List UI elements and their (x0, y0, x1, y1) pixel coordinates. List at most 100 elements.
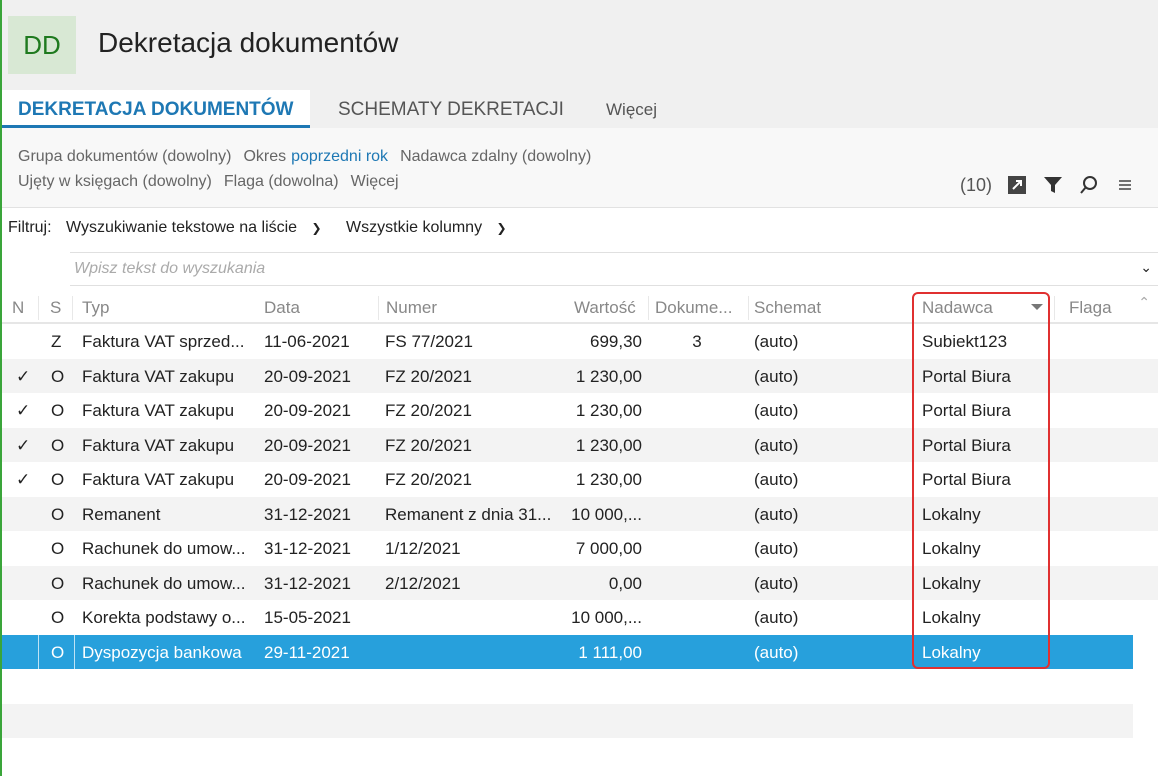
cell-typ: Remanent (82, 504, 161, 524)
col-header-schemat[interactable]: Schemat (754, 298, 821, 318)
col-separator (72, 296, 73, 320)
chevron-down-icon: ❯ (496, 221, 507, 235)
col-separator (38, 296, 39, 320)
col-header-typ[interactable]: Typ (82, 298, 109, 318)
cell-wartosc: 1 111,00 (578, 642, 642, 662)
menu-icon[interactable] (1114, 174, 1136, 196)
cell-data: 20-09-2021 (264, 401, 351, 420)
table-row[interactable]: O Korekta podstawy o... 15-05-2021 10 000,.… (2, 600, 1158, 635)
filter-icon[interactable] (1042, 174, 1064, 196)
cell-s: O (51, 470, 65, 489)
tab-wiecej[interactable]: Więcej (590, 90, 673, 128)
table-row[interactable]: ✓ O Faktura VAT zakupu 20-09-2021 FZ 20/2021… (2, 393, 1158, 428)
cell-nadawca: Lokalny (922, 608, 981, 627)
col-separator (1054, 296, 1055, 320)
table-row[interactable]: ✓ O Faktura VAT zakupu 20-09-2021 FZ 20/2021… (2, 462, 1158, 497)
cell-data: 31-12-2021 (264, 539, 351, 558)
cell-numer: 2/12/2021 (385, 573, 461, 593)
cell-typ: Faktura VAT zakupu (82, 435, 235, 455)
cell-schemat: (auto) (754, 401, 799, 420)
cell-schemat: (auto) (754, 642, 799, 662)
cell-numer: Remanent z dnia 31... (385, 504, 552, 524)
table-row[interactable]: O Rachunek do umow... 31-12-2021 1/12/2021 7… (2, 531, 1158, 566)
cell-numer: FZ 20/2021 (385, 470, 472, 489)
filter-period-value[interactable]: poprzedni rok (291, 148, 388, 165)
cell-s: O (51, 435, 65, 455)
col-header-wartosc[interactable]: Wartość (574, 298, 636, 318)
search-input[interactable] (70, 253, 1110, 285)
col-header-nadawca[interactable]: Nadawca (922, 298, 993, 318)
cell-schemat: (auto) (754, 608, 799, 627)
columns-value: Wszystkie kolumny (346, 219, 483, 236)
filter-flag[interactable]: Flaga (dowolna) (224, 173, 339, 190)
cell-data: 20-09-2021 (264, 435, 351, 455)
filter-more[interactable]: Więcej (351, 173, 399, 190)
cell-numer: FZ 20/2021 (385, 366, 472, 386)
cell-s: O (51, 504, 65, 524)
table-row[interactable]: O Rachunek do umow... 31-12-2021 2/12/2021 0… (2, 565, 1158, 600)
cell-nadawca: Lokalny (922, 642, 981, 662)
page-title: Dekretacja dokumentów (98, 27, 399, 58)
cell-schemat: (auto) (754, 539, 799, 558)
cell-nadawca: Portal Biura (922, 366, 1011, 386)
table-header: N S Typ Data Numer Wartość Dokume... Sch… (2, 290, 1158, 324)
cell-s: O (51, 539, 65, 558)
cell-typ: Korekta podstawy o... (82, 608, 246, 627)
filter-remote-sender[interactable]: Nadawca zdalny (dowolny) (400, 148, 591, 165)
col-header-n[interactable]: N (12, 298, 24, 318)
cell-nadawca: Portal Biura (922, 470, 1011, 489)
table-row[interactable]: O Remanent 31-12-2021 Remanent z dnia 31...… (2, 496, 1158, 531)
col-header-s[interactable]: S (50, 298, 61, 318)
filter-ledger[interactable]: Ujęty w księgach (dowolny) (18, 173, 212, 190)
documents-table: N S Typ Data Numer Wartość Dokume... Sch… (2, 290, 1158, 773)
filter-line-2: Ujęty w księgach (dowolny) Flaga (dowolna… (18, 173, 411, 191)
record-count: (10) (959, 174, 992, 195)
cell-s: O (51, 608, 65, 627)
columns-dropdown[interactable]: Wszystkie kolumny ❯ (346, 219, 517, 236)
export-icon[interactable] (1006, 174, 1028, 196)
filter-period-label: Okres (243, 148, 287, 165)
cell-nadawca: Lokalny (922, 539, 981, 558)
search-icon[interactable] (1078, 174, 1100, 196)
filter-group[interactable]: Grupa dokumentów (dowolny) (18, 148, 231, 165)
col-header-data[interactable]: Data (264, 298, 300, 318)
col-header-dokument[interactable]: Dokume... (655, 298, 732, 318)
search-mode-value: Wyszukiwanie tekstowe na liście (66, 219, 298, 236)
cell-numer: 1/12/2021 (385, 539, 461, 558)
table-row[interactable]: O Dyspozycja bankowa 29-11-2021 1 111,00 (au… (2, 634, 1133, 669)
col-separator (74, 634, 75, 669)
cell-s: Z (51, 332, 62, 351)
tab-schematy-dekretacji[interactable]: SCHEMATY DEKRETACJI (322, 90, 580, 128)
tab-dekretacja-dokumentow[interactable]: DEKRETACJA DOKUMENTÓW (2, 90, 310, 128)
table-row[interactable]: Z Faktura VAT sprzed... 11-06-2021 FS 77/20… (2, 324, 1158, 359)
cell-typ: Rachunek do umow... (82, 539, 246, 558)
cell-wartosc: 7 000,00 (575, 539, 642, 558)
cell-wartosc: 10 000,... (571, 608, 642, 627)
col-separator (378, 296, 379, 320)
cell-data: 29-11-2021 (264, 642, 350, 662)
chevron-down-icon[interactable]: ⌄ (1140, 259, 1152, 276)
sort-down-icon[interactable] (1031, 304, 1043, 310)
chevron-down-icon: ❯ (311, 221, 322, 235)
cell-schemat: (auto) (754, 366, 799, 386)
cell-wartosc: 1 230,00 (575, 401, 642, 420)
empty-row (2, 738, 1133, 773)
cell-wartosc: 1 230,00 (575, 470, 642, 489)
toolbar: (10) (960, 172, 1136, 198)
table-row[interactable]: ✓ O Faktura VAT zakupu 20-09-2021 FZ 20/2021… (2, 358, 1158, 393)
cell-n: ✓ (16, 470, 31, 489)
col-header-flaga[interactable]: Flaga (1069, 298, 1112, 318)
table-row[interactable]: ✓ O Faktura VAT zakupu 20-09-2021 FZ 20/2021… (2, 427, 1158, 462)
cell-nadawca: Lokalny (922, 573, 981, 593)
filter-line-1: Grupa dokumentów (dowolny) Okres poprzedni… (18, 148, 603, 166)
cell-schemat: (auto) (754, 332, 799, 351)
cell-n: ✓ (16, 435, 31, 455)
search-mode-dropdown[interactable]: Wyszukiwanie tekstowe na liście ❯ (66, 219, 332, 236)
cell-schemat: (auto) (754, 435, 799, 455)
col-separator (748, 296, 749, 320)
cell-schemat: (auto) (754, 504, 799, 524)
cell-typ: Faktura VAT sprzed... (82, 332, 245, 351)
scroll-up-icon[interactable]: ⌃ (1138, 294, 1150, 311)
col-header-numer[interactable]: Numer (386, 298, 437, 318)
cell-data: 15-05-2021 (264, 608, 351, 627)
